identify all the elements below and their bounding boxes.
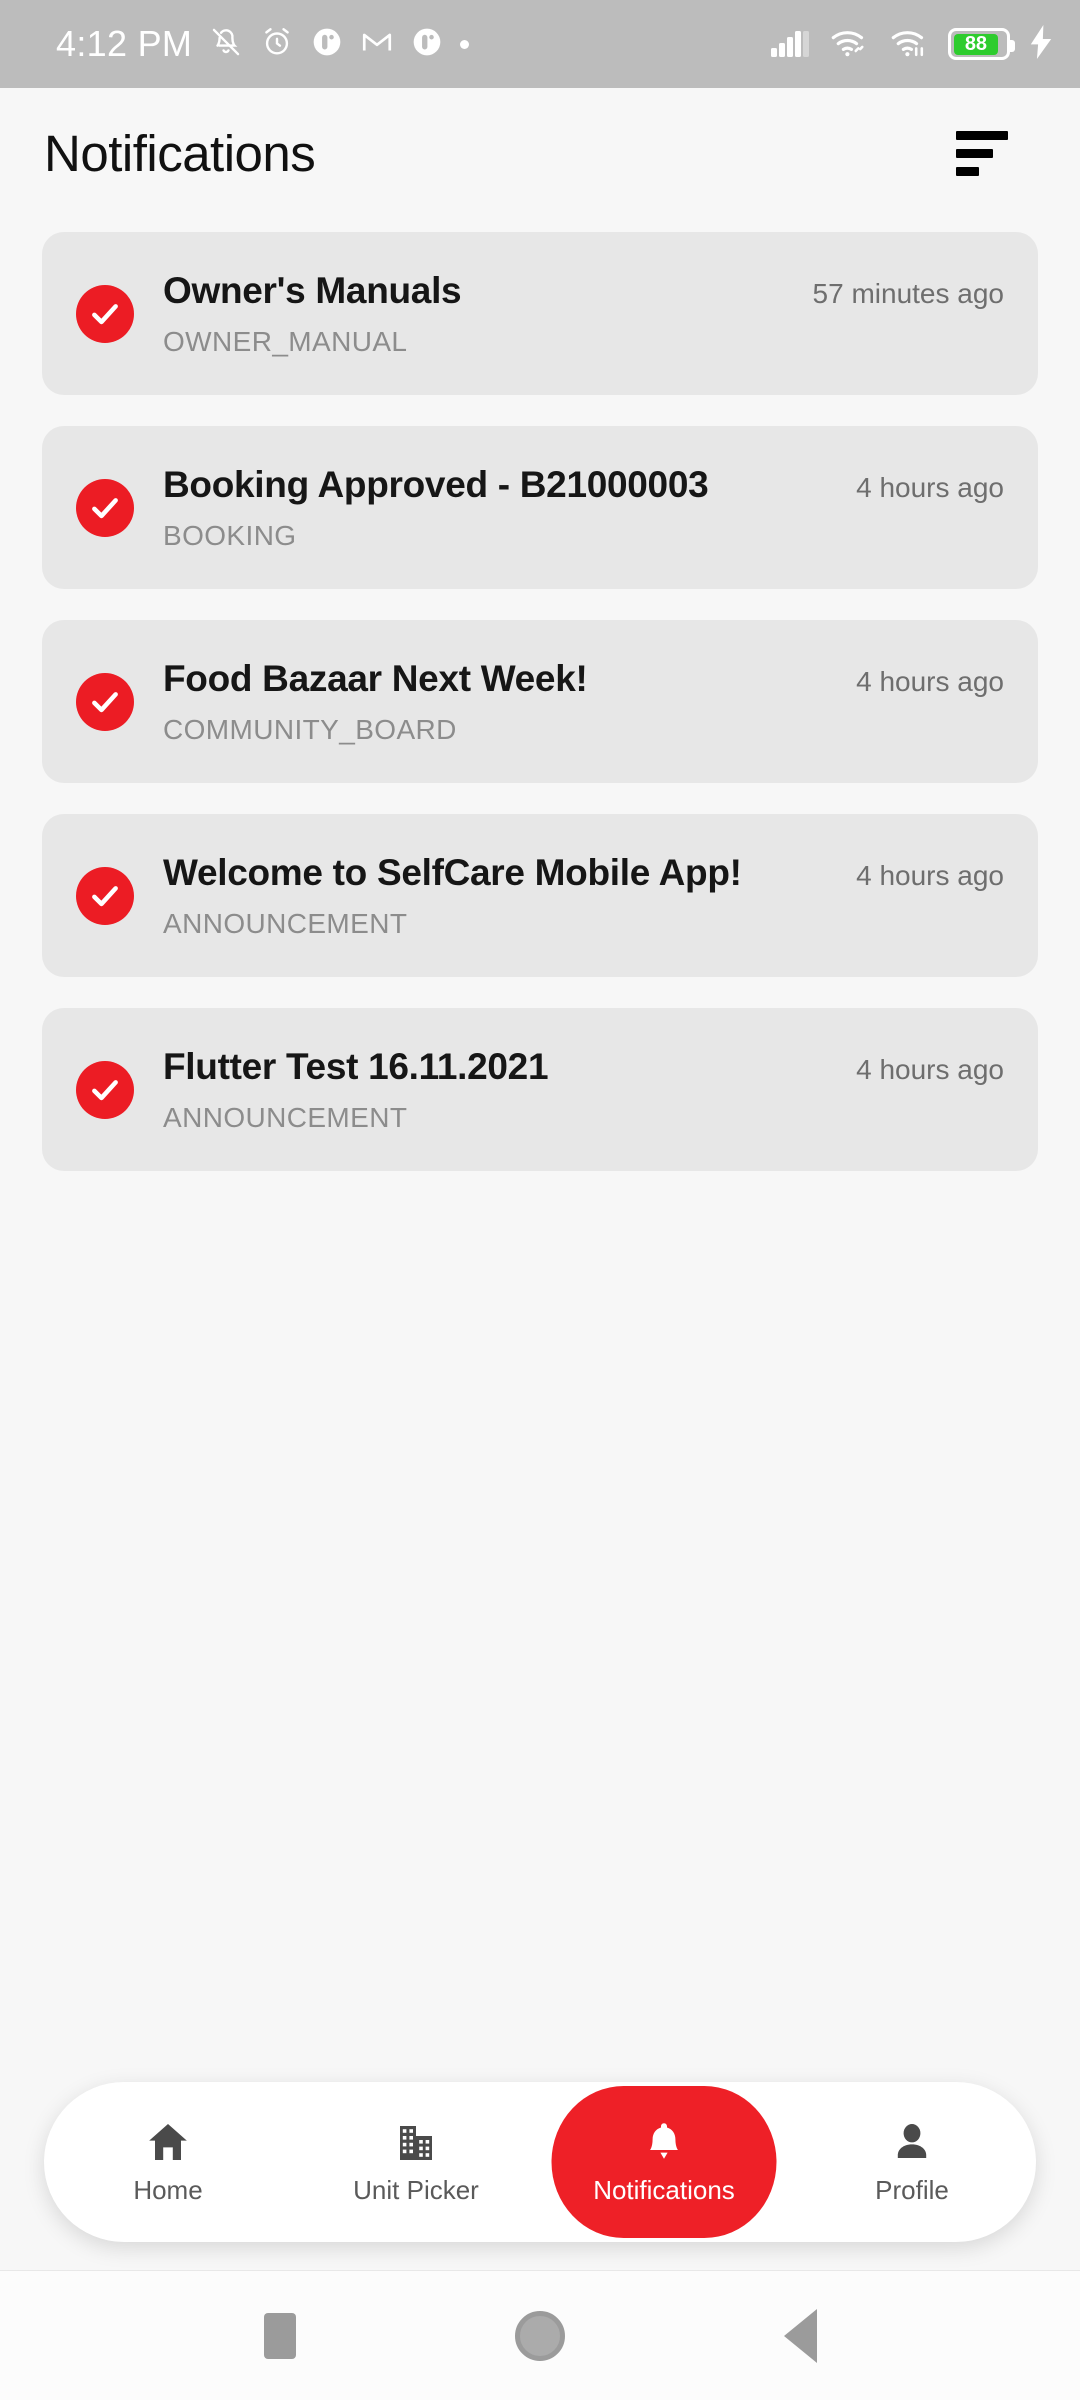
notification-title: Welcome to SelfCare Mobile App! <box>163 851 742 893</box>
notification-item[interactable]: Flutter Test 16.11.2021 4 hours ago ANNO… <box>42 1008 1038 1171</box>
notification-title: Booking Approved - B21000003 <box>163 463 709 505</box>
filter-bar-2 <box>956 148 993 158</box>
building-icon <box>392 2118 440 2166</box>
bell-off-icon <box>209 25 243 64</box>
notification-time: 4 hours ago <box>856 1053 1004 1085</box>
notification-top-row: Flutter Test 16.11.2021 4 hours ago <box>163 1046 1004 1088</box>
check-circle-icon <box>76 284 134 343</box>
system-navigation-bar <box>0 2270 1080 2400</box>
notification-category: OWNER_MANUAL <box>163 325 408 357</box>
status-bar-clock: 4:12 PM <box>56 23 193 64</box>
app-circle-icon <box>411 26 443 63</box>
check-circle-icon <box>76 866 134 925</box>
filter-bar-1 <box>956 130 1008 140</box>
notification-content: Food Bazaar Next Week! 4 hours ago COMMU… <box>163 658 1004 746</box>
wifi-link-icon <box>828 26 870 63</box>
bottom-navigation: Home Unit Picker Notifications Profile <box>44 2082 1036 2242</box>
nav-item-unit-picker[interactable]: Unit Picker <box>292 2082 540 2242</box>
dot-icon <box>460 39 470 49</box>
bell-icon <box>640 2118 688 2166</box>
recent-apps-button[interactable] <box>235 2291 325 2381</box>
notification-title: Owner's Manuals <box>163 269 462 311</box>
notification-category: ANNOUNCEMENT <box>163 1101 408 1133</box>
notification-top-row: Booking Approved - B21000003 4 hours ago <box>163 464 1004 506</box>
home-button[interactable] <box>495 2291 585 2381</box>
notification-top-row: Food Bazaar Next Week! 4 hours ago <box>163 658 1004 700</box>
status-bar-right: 88 <box>770 24 1054 64</box>
gmail-icon <box>360 25 394 64</box>
page-title: Notifications <box>44 124 316 182</box>
notification-title: Flutter Test 16.11.2021 <box>163 1045 549 1087</box>
check-circle-icon <box>76 1060 134 1119</box>
notification-time: 4 hours ago <box>856 859 1004 891</box>
notification-content: Booking Approved - B21000003 4 hours ago… <box>163 464 1004 552</box>
back-triangle-icon <box>783 2308 817 2363</box>
back-button[interactable] <box>755 2291 845 2381</box>
nav-label-unit-picker: Unit Picker <box>353 2175 479 2205</box>
filter-bar-3 <box>956 166 979 176</box>
app-circle-icon <box>311 26 343 63</box>
phone-screen: 4:12 PM 88 Notifications Owner's Manuals… <box>0 0 1080 2400</box>
notification-title: Food Bazaar Next Week! <box>163 657 588 699</box>
notification-content: Flutter Test 16.11.2021 4 hours ago ANNO… <box>163 1046 1004 1134</box>
battery-fill: 88 <box>953 33 999 55</box>
app-bar: Notifications <box>0 88 1080 218</box>
notification-category: ANNOUNCEMENT <box>163 907 408 939</box>
status-bar-left: 4:12 PM <box>56 23 470 65</box>
alarm-icon <box>260 25 294 64</box>
notification-time: 4 hours ago <box>856 471 1004 503</box>
notification-item[interactable]: Welcome to SelfCare Mobile App! 4 hours … <box>42 814 1038 977</box>
nav-label-notifications: Notifications <box>593 2175 735 2205</box>
person-icon <box>888 2118 936 2166</box>
bottom-navigation-wrapper: Home Unit Picker Notifications Profile <box>0 2082 1080 2242</box>
notification-item[interactable]: Owner's Manuals 57 minutes ago OWNER_MAN… <box>42 232 1038 395</box>
notification-item[interactable]: Food Bazaar Next Week! 4 hours ago COMMU… <box>42 620 1038 783</box>
check-circle-icon <box>76 478 134 537</box>
notification-time: 4 hours ago <box>856 665 1004 697</box>
nav-item-profile[interactable]: Profile <box>788 2082 1036 2242</box>
status-bar: 4:12 PM 88 <box>0 0 1080 88</box>
recent-apps-icon <box>264 2312 296 2359</box>
signal-bars-icon <box>770 26 810 63</box>
notification-time: 57 minutes ago <box>812 277 1004 309</box>
check-circle-icon <box>76 672 134 731</box>
wifi-transfer-icon <box>888 26 930 63</box>
notification-list: Owner's Manuals 57 minutes ago OWNER_MAN… <box>0 218 1080 2082</box>
sort-filter-icon[interactable] <box>952 117 1024 189</box>
nav-label-profile: Profile <box>875 2175 949 2205</box>
charging-bolt-icon <box>1028 24 1054 64</box>
notification-category: COMMUNITY_BOARD <box>163 713 457 745</box>
home-icon <box>144 2118 192 2166</box>
battery-percent: 88 <box>964 33 988 55</box>
nav-item-notifications[interactable]: Notifications <box>540 2082 788 2242</box>
nav-label-home: Home <box>133 2175 203 2205</box>
notification-content: Owner's Manuals 57 minutes ago OWNER_MAN… <box>163 270 1004 358</box>
notification-top-row: Welcome to SelfCare Mobile App! 4 hours … <box>163 852 1004 894</box>
notification-category: BOOKING <box>163 519 297 551</box>
notification-content: Welcome to SelfCare Mobile App! 4 hours … <box>163 852 1004 940</box>
notification-top-row: Owner's Manuals 57 minutes ago <box>163 270 1004 312</box>
notification-item[interactable]: Booking Approved - B21000003 4 hours ago… <box>42 426 1038 589</box>
home-circle-icon <box>515 2310 565 2361</box>
nav-item-home[interactable]: Home <box>44 2082 292 2242</box>
battery-icon: 88 <box>948 28 1015 60</box>
